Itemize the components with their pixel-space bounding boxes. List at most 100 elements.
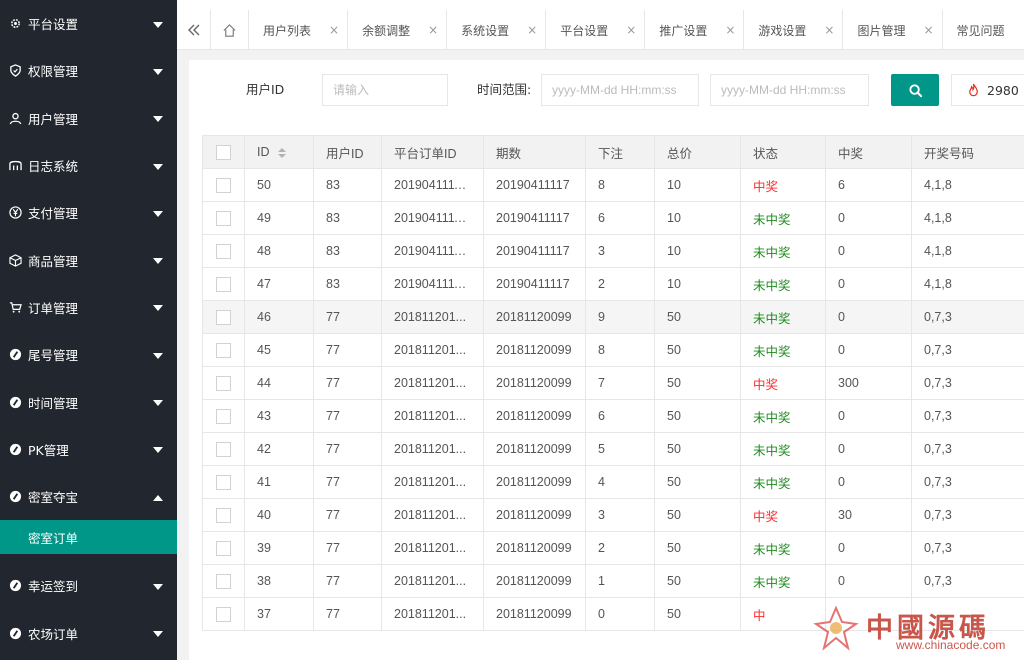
orders-table: ID 用户ID 平台订单ID 期数 下注 总价 状态 中奖 开奖号码 50 83 201904111…	[202, 135, 1024, 631]
home-tab-button[interactable]	[211, 10, 249, 49]
row-checkbox[interactable]	[216, 540, 231, 556]
table-row[interactable]: 42 77 201811201... 20181120099 5 50 未中奖 0 0,7,3	[202, 432, 1024, 466]
sidebar-item-label: 尾号管理	[28, 348, 79, 364]
row-checkbox[interactable]	[216, 309, 231, 325]
sidebar-item[interactable]: PK管理	[0, 426, 177, 473]
sidebar-item[interactable]: 平台设置	[0, 0, 177, 47]
close-icon[interactable]: ×	[329, 23, 339, 37]
sidebar-item[interactable]: 用户管理	[0, 95, 177, 142]
sidebar-item[interactable]: 订单管理	[0, 284, 177, 331]
table-row[interactable]: 44 77 201811201... 20181120099 7 50 中奖 300 0,7,3	[202, 366, 1024, 400]
sidebar-item[interactable]: 商品管理	[0, 236, 177, 283]
table-row[interactable]: 50 83 20190411119... 20190411117 8 10 中奖 6 4,1,8	[202, 168, 1024, 202]
row-select-cell	[202, 201, 245, 235]
table-row[interactable]: 41 77 201811201... 20181120099 4 50 未中奖 0 0,7,3	[202, 465, 1024, 499]
count-button[interactable]: 2980	[951, 74, 1024, 106]
table-row[interactable]: 47 83 20190411119... 20190411117 2 10 未中奖 0 4,1,…	[202, 267, 1024, 301]
select-all-checkbox[interactable]	[216, 144, 231, 160]
row-checkbox[interactable]	[216, 276, 231, 292]
cell-id: 38	[244, 564, 314, 598]
sidebar-item[interactable]: 日志系统	[0, 142, 177, 189]
row-checkbox[interactable]	[216, 342, 231, 358]
sort-icon[interactable]	[277, 147, 286, 158]
row-checkbox[interactable]	[216, 573, 231, 589]
close-icon[interactable]: ×	[428, 23, 438, 37]
collapse-tabs-button[interactable]	[177, 10, 211, 49]
column-header: 用户ID	[313, 135, 382, 169]
cell-order: 201811201...	[381, 366, 484, 400]
cell-total: 10	[654, 201, 741, 235]
table-row[interactable]: 38 77 201811201... 20181120099 1 50 未中奖 0 0,7,3	[202, 564, 1024, 598]
table-row[interactable]: 45 77 201811201... 20181120099 8 50 未中奖 0 0,7,3	[202, 333, 1024, 367]
cell-status: 未中奖	[740, 333, 826, 367]
column-header[interactable]: ID	[244, 135, 314, 169]
user-id-input[interactable]: 请输入	[322, 74, 448, 106]
tab[interactable]: 用户列表 ×	[249, 10, 349, 49]
sidebar-item-label: 订单管理	[28, 300, 79, 316]
start-time-input[interactable]: yyyy-MM-dd HH:mm:ss	[541, 74, 699, 106]
cell-prize: 0	[825, 531, 912, 565]
sidebar-item-label: 农场订单	[28, 626, 79, 642]
sidebar-subitem-active[interactable]: 密室订单	[0, 520, 177, 555]
row-checkbox[interactable]	[216, 210, 231, 226]
tab[interactable]: 图片管理 ×	[843, 10, 943, 49]
cell-bet: 7	[585, 366, 655, 400]
cell-uid: 77	[313, 597, 382, 631]
table-row[interactable]: 49 83 20190411119... 20190411117 6 10 未中奖 0 4,1,…	[202, 201, 1024, 235]
row-checkbox[interactable]	[216, 474, 231, 490]
tab[interactable]: 平台设置 ×	[546, 10, 646, 49]
cell-bet: 3	[585, 498, 655, 532]
column-header-label: 中奖	[838, 146, 864, 161]
row-checkbox[interactable]	[216, 606, 231, 622]
cell-period: 20181120099	[483, 498, 586, 532]
tab[interactable]: 余额调整 ×	[348, 10, 448, 49]
row-checkbox[interactable]	[216, 507, 231, 523]
tab-label: 平台设置	[560, 23, 609, 38]
tab[interactable]: 系统设置 ×	[447, 10, 547, 49]
cell-nums: 0,7,3	[911, 531, 1024, 565]
cell-total: 10	[654, 234, 741, 268]
close-icon[interactable]: ×	[725, 23, 735, 37]
sidebar-item[interactable]: 密室夺宝	[0, 473, 177, 520]
row-select-cell	[202, 597, 245, 631]
row-checkbox[interactable]	[216, 408, 231, 424]
sidebar-item[interactable]: 支付管理	[0, 189, 177, 236]
sidebar-item[interactable]: 农场订单	[0, 610, 177, 657]
close-icon[interactable]: ×	[923, 23, 933, 37]
tab[interactable]: 推广设置 ×	[645, 10, 745, 49]
tab[interactable]: 常见问题×	[943, 10, 1024, 49]
row-checkbox[interactable]	[216, 375, 231, 391]
row-checkbox[interactable]	[216, 177, 231, 193]
close-icon[interactable]: ×	[824, 23, 834, 37]
column-header-label: 平台订单ID	[394, 146, 457, 161]
sidebar-item[interactable]: 权限管理	[0, 47, 177, 94]
table-row[interactable]: 39 77 201811201... 20181120099 2 50 未中奖 0 0,7,3	[202, 531, 1024, 565]
tab[interactable]: 游戏设置 ×	[744, 10, 844, 49]
row-checkbox[interactable]	[216, 243, 231, 259]
close-icon[interactable]: ×	[626, 23, 636, 37]
table-row[interactable]: 46 77 201811201... 20181120099 9 50 未中奖 0 0,7,3	[202, 300, 1024, 334]
cell-order: 201811201...	[381, 399, 484, 433]
sidebar-item[interactable]: 尾号管理	[0, 331, 177, 378]
dot-icon	[8, 579, 22, 593]
table-row[interactable]: 40 77 201811201... 20181120099 3 50 中奖 30 0,7,3	[202, 498, 1024, 532]
sidebar-item[interactable]: 幸运签到	[0, 562, 177, 609]
cell-nums: 4,1,8	[911, 168, 1024, 202]
close-icon[interactable]: ×	[527, 23, 537, 37]
sidebar: 平台设置 权限管理 用户管理 日志系统 支付管理 商品管理订单管理尾号管理时间管理 PK管理…	[0, 0, 177, 660]
table-row[interactable]: 43 77 201811201... 20181120099 6 50 未中奖 0 0,7,3	[202, 399, 1024, 433]
table-row[interactable]: 48 83 20190411119... 20190411117 3 10 未中奖 0 4,1,…	[202, 234, 1024, 268]
cell-prize: 0	[825, 201, 912, 235]
cell-period: 20181120099	[483, 564, 586, 598]
search-button[interactable]	[891, 74, 939, 106]
cell-nums: 0,7,3	[911, 366, 1024, 400]
sidebar-item[interactable]: 时间管理	[0, 378, 177, 425]
cart-icon	[8, 300, 22, 314]
cell-uid: 77	[313, 465, 382, 499]
row-checkbox[interactable]	[216, 441, 231, 457]
cell-id: 40	[244, 498, 314, 532]
cell-total: 50	[654, 531, 741, 565]
caret-down-icon	[153, 258, 163, 265]
end-time-input[interactable]: yyyy-MM-dd HH:mm:ss	[710, 74, 869, 106]
cell-total: 50	[654, 498, 741, 532]
